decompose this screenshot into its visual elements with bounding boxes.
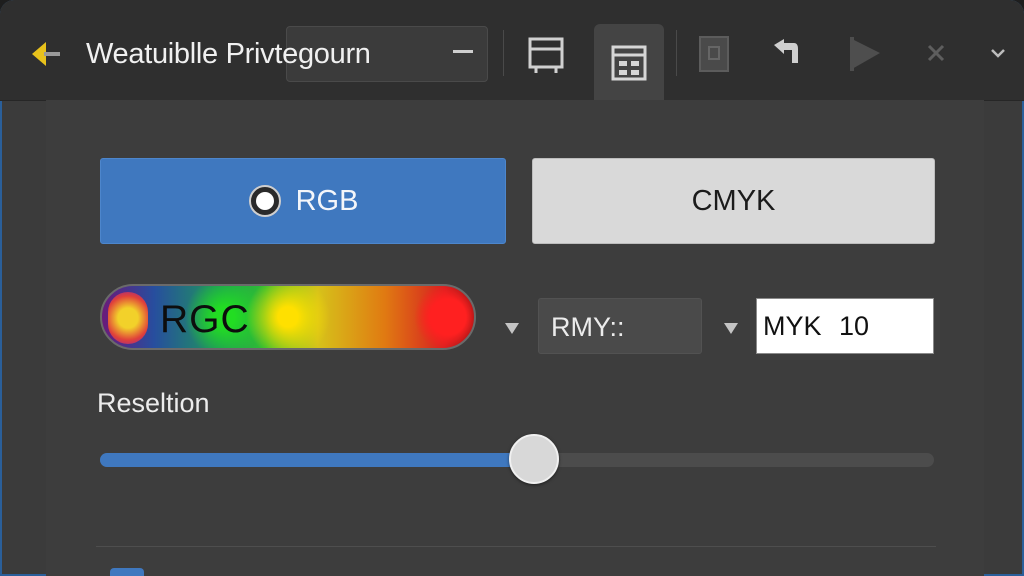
chevron-down-icon: [991, 49, 1005, 58]
minimize-button[interactable]: [448, 40, 478, 64]
title-bar: Weatuiblle Privtegourn: [0, 0, 1024, 101]
print-frame-icon: [528, 37, 564, 73]
radio-selected-icon: [248, 185, 281, 217]
back-arrow-icon: [32, 42, 60, 66]
toolbar-separator: [503, 30, 504, 76]
caret-down-icon[interactable]: [721, 320, 741, 336]
close-button[interactable]: [908, 26, 964, 80]
layout-grid-icon: [611, 45, 647, 81]
partial-checkbox[interactable]: [110, 568, 144, 576]
minimize-icon: [453, 50, 473, 53]
cmyk-mode-button[interactable]: CMYK: [532, 158, 935, 244]
caret-down-icon[interactable]: [502, 320, 522, 336]
toolbar-separator: [676, 30, 677, 76]
section-divider: [96, 546, 936, 547]
print-frame-button[interactable]: [516, 26, 576, 80]
slider-fill: [100, 453, 534, 467]
overflow-menu-button[interactable]: [978, 26, 1018, 80]
rgb-mode-button[interactable]: RGB: [100, 158, 506, 244]
close-icon: [927, 44, 945, 62]
color-space-dropdown[interactable]: RMY::: [538, 298, 702, 354]
resolution-label: Reseltion: [97, 388, 210, 418]
page-button[interactable]: [684, 26, 744, 80]
app-window: Weatuiblle Privtegourn RGB CMYK RGC RMY:…: [0, 0, 1024, 576]
undo-hand-icon: [774, 39, 798, 63]
gradient-swatch-icon: [108, 292, 148, 344]
slider-thumb[interactable]: [508, 434, 559, 484]
window-title: Weatuiblle Privtegourn: [86, 38, 371, 70]
rgb-mode-label: RGB: [295, 184, 359, 217]
undo-button[interactable]: [756, 26, 816, 80]
layout-grid-button[interactable]: [594, 24, 664, 100]
gradient-label: RGC: [160, 298, 250, 341]
flag-icon: [850, 37, 880, 71]
cmyk-mode-label: CMYK: [691, 184, 776, 217]
back-button[interactable]: [24, 34, 68, 74]
flag-button[interactable]: [836, 26, 896, 80]
color-gradient-picker[interactable]: RGC: [100, 284, 476, 350]
page-icon: [699, 36, 729, 72]
cmyk-value-input[interactable]: [756, 298, 934, 354]
resolution-slider[interactable]: [100, 434, 934, 484]
